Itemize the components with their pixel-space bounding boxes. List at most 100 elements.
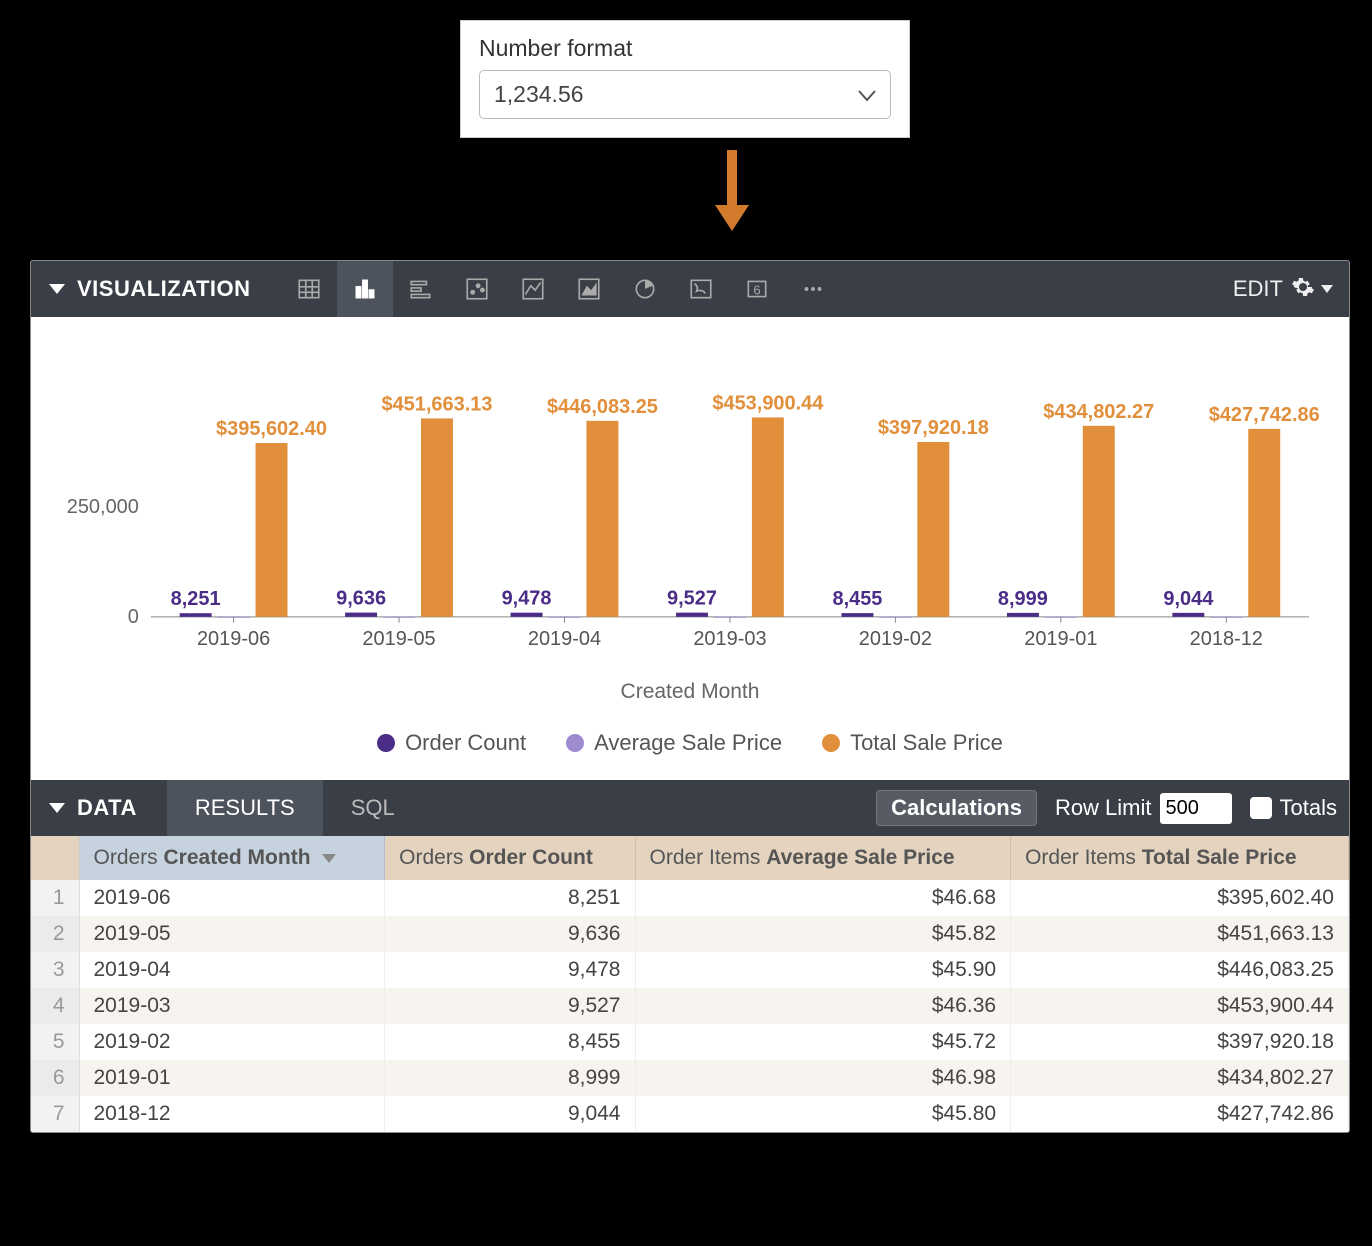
number-format-select[interactable]: 1,234.56	[479, 70, 891, 119]
svg-text:8,251: 8,251	[171, 588, 221, 610]
chart-legend: Order Count Average Sale Price Total Sale …	[31, 730, 1349, 780]
svg-text:9,527: 9,527	[667, 588, 717, 610]
cell-total: $434,802.27	[1011, 1060, 1349, 1096]
svg-text:$446,083.25: $446,083.25	[547, 396, 658, 418]
svg-text:2019-03: 2019-03	[693, 628, 766, 650]
svg-text:$397,920.18: $397,920.18	[878, 417, 989, 439]
cell-month: 2019-03	[79, 988, 385, 1024]
cell-month: 2019-04	[79, 952, 385, 988]
cell-month: 2018-12	[79, 1096, 385, 1132]
col-total-sale-price[interactable]: Order Items Total Sale Price	[1011, 836, 1349, 880]
table-viz-icon[interactable]	[281, 261, 337, 317]
chevron-down-icon	[858, 81, 876, 108]
table-row: 32019-049,478$45.90$446,083.25	[31, 952, 1349, 988]
cell-total: $427,742.86	[1011, 1096, 1349, 1132]
bar-viz-icon[interactable]	[337, 261, 393, 317]
legend-swatch-icon	[566, 734, 584, 752]
legend-item[interactable]: Total Sale Price	[822, 730, 1003, 756]
row-number: 6	[31, 1060, 79, 1096]
collapse-data-icon[interactable]	[49, 803, 65, 813]
svg-text:2019-02: 2019-02	[859, 628, 932, 650]
totals-checkbox[interactable]	[1250, 797, 1272, 819]
svg-text:2019-04: 2019-04	[528, 628, 601, 650]
svg-text:2019-06: 2019-06	[197, 628, 270, 650]
area-viz-icon[interactable]	[561, 261, 617, 317]
svg-text:$453,900.44: $453,900.44	[712, 392, 823, 414]
table-row: 72018-129,044$45.80$427,742.86	[31, 1096, 1349, 1132]
svg-text:$427,742.86: $427,742.86	[1209, 404, 1319, 426]
line-viz-icon[interactable]	[505, 261, 561, 317]
row-number: 4	[31, 988, 79, 1024]
legend-swatch-icon	[377, 734, 395, 752]
cell-month: 2019-06	[79, 880, 385, 916]
cell-count: 9,527	[385, 988, 635, 1024]
table-row: 42019-039,527$46.36$453,900.44	[31, 988, 1349, 1024]
cell-avg: $45.82	[635, 916, 1011, 952]
legend-label: Order Count	[405, 730, 526, 756]
table-row: 62019-018,999$46.98$434,802.27	[31, 1060, 1349, 1096]
annotation-arrow	[715, 150, 749, 231]
row-number: 7	[31, 1096, 79, 1132]
row-limit-label: Row Limit	[1055, 795, 1152, 821]
col-order-count[interactable]: Orders Order Count	[385, 836, 635, 880]
legend-swatch-icon	[822, 734, 840, 752]
more-viz-icon[interactable]	[785, 261, 841, 317]
results-table: Orders Created Month Orders Order Count …	[31, 836, 1349, 1132]
row-number: 5	[31, 1024, 79, 1060]
x-axis-title: Created Month	[61, 680, 1319, 704]
row-limit-input[interactable]	[1160, 793, 1232, 824]
svg-text:$434,802.27: $434,802.27	[1043, 401, 1154, 423]
cell-avg: $45.90	[635, 952, 1011, 988]
svg-text:0: 0	[128, 606, 139, 628]
chevron-down-icon	[1321, 285, 1333, 293]
col-created-month[interactable]: Orders Created Month	[79, 836, 385, 880]
sort-desc-icon	[322, 854, 336, 863]
tab-results[interactable]: RESULTS	[167, 780, 323, 836]
svg-text:2019-05: 2019-05	[362, 628, 435, 650]
svg-text:2019-01: 2019-01	[1024, 628, 1097, 650]
column-viz-icon[interactable]	[393, 261, 449, 317]
cell-avg: $46.68	[635, 880, 1011, 916]
cell-month: 2019-05	[79, 916, 385, 952]
single-value-viz-icon[interactable]: 6	[729, 261, 785, 317]
cell-count: 9,636	[385, 916, 635, 952]
calculations-button[interactable]: Calculations	[876, 790, 1037, 826]
scatter-viz-icon[interactable]	[449, 261, 505, 317]
row-number: 3	[31, 952, 79, 988]
svg-text:8,999: 8,999	[998, 588, 1048, 610]
map-viz-icon[interactable]	[673, 261, 729, 317]
viz-type-toolbar: 6	[281, 261, 841, 317]
svg-text:9,636: 9,636	[336, 588, 386, 610]
explore-panel: VISUALIZATION 6 EDIT 0250,0008,251$395,6…	[30, 260, 1350, 1133]
visualization-title: VISUALIZATION	[77, 276, 251, 302]
number-format-panel: Number format 1,234.56	[460, 20, 910, 138]
svg-text:9,478: 9,478	[502, 588, 552, 610]
row-number: 1	[31, 880, 79, 916]
cell-month: 2019-02	[79, 1024, 385, 1060]
collapse-visualization-icon[interactable]	[49, 284, 65, 294]
legend-item[interactable]: Average Sale Price	[566, 730, 782, 756]
svg-text:$451,663.13: $451,663.13	[381, 393, 492, 415]
cell-count: 8,999	[385, 1060, 635, 1096]
col-avg-sale-price[interactable]: Order Items Average Sale Price	[635, 836, 1011, 880]
tab-sql[interactable]: SQL	[323, 780, 423, 836]
cell-total: $395,602.40	[1011, 880, 1349, 916]
cell-count: 9,478	[385, 952, 635, 988]
bar-chart: 0250,0008,251$395,602.402019-069,636$451…	[61, 347, 1319, 667]
cell-count: 9,044	[385, 1096, 635, 1132]
table-row: 22019-059,636$45.82$451,663.13	[31, 916, 1349, 952]
visualization-bar: VISUALIZATION 6 EDIT	[31, 261, 1349, 317]
legend-label: Total Sale Price	[850, 730, 1003, 756]
svg-text:2018-12: 2018-12	[1190, 628, 1263, 650]
number-format-value: 1,234.56	[494, 81, 584, 108]
cell-total: $451,663.13	[1011, 916, 1349, 952]
cell-total: $453,900.44	[1011, 988, 1349, 1024]
row-number-header	[31, 836, 79, 880]
legend-item[interactable]: Order Count	[377, 730, 526, 756]
pie-viz-icon[interactable]	[617, 261, 673, 317]
svg-text:6: 6	[753, 282, 760, 297]
svg-text:9,044: 9,044	[1163, 588, 1213, 610]
edit-viz-button[interactable]: EDIT	[1233, 276, 1283, 302]
cell-count: 8,251	[385, 880, 635, 916]
viz-settings-button[interactable]	[1291, 275, 1333, 304]
